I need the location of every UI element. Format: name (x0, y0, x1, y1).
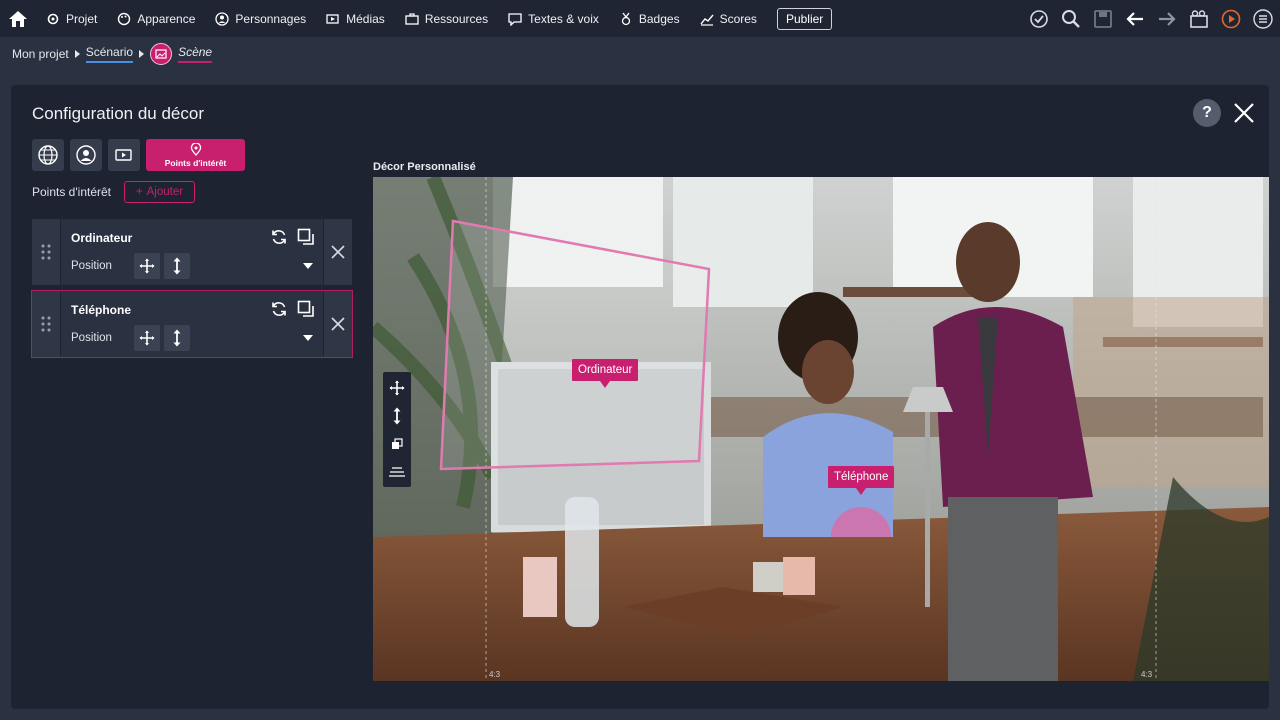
check-icon[interactable] (1028, 8, 1050, 30)
add-poi-label: Ajouter (146, 186, 184, 198)
tab-media[interactable] (108, 139, 140, 171)
menu-icon[interactable] (1252, 8, 1274, 30)
breadcrumb-scene[interactable]: Scène (178, 45, 213, 63)
scene-image-icon (150, 43, 173, 65)
poi-name: Téléphone (71, 303, 132, 317)
panel-title: Configuration du décor (32, 104, 205, 123)
redo-icon[interactable] (1156, 8, 1178, 30)
gear-icon (47, 13, 59, 24)
play-icon[interactable] (1220, 8, 1242, 30)
nav-apparence-label: Apparence (137, 11, 196, 26)
breadcrumb: Mon projet Scénario Scène (12, 43, 213, 65)
nav-personnages[interactable]: Personnages (205, 0, 316, 37)
search-icon[interactable] (1060, 8, 1082, 30)
chart-icon (700, 14, 714, 26)
top-navigation-bar: Projet Apparence Personnages Médias Ress… (0, 0, 1280, 37)
nav-textes-voix[interactable]: Textes & voix (498, 0, 609, 37)
drag-handle-icon[interactable] (32, 291, 60, 357)
person-icon (215, 11, 230, 26)
vertical-move-icon[interactable] (164, 253, 190, 279)
character-icon (76, 145, 96, 165)
nav-ressources-label: Ressources (424, 11, 489, 26)
globe-icon (38, 145, 58, 165)
tab-points-of-interest-label: Points d'intérêt (164, 157, 227, 168)
camera-icon[interactable] (1188, 8, 1210, 30)
tab-points-of-interest[interactable]: Points d'intérêt (146, 139, 245, 171)
poi-card-telephone[interactable]: Téléphone Position (31, 290, 353, 358)
close-icon[interactable] (1230, 99, 1258, 127)
viewport-toolbar (383, 372, 411, 487)
nav-medias-label: Médias (346, 11, 385, 26)
chevron-down-icon[interactable] (303, 335, 313, 341)
save-icon[interactable] (1092, 8, 1114, 30)
undo-icon[interactable] (1124, 8, 1146, 30)
delete-poi-icon[interactable] (324, 291, 352, 357)
poi-name: Ordinateur (71, 231, 133, 245)
palette-icon (118, 12, 131, 25)
breadcrumb-scenario[interactable]: Scénario (85, 45, 134, 63)
publish-button[interactable]: Publier (776, 7, 833, 30)
scene-viewport[interactable]: Ordinateur Téléphone 4:3 4:3 (373, 177, 1269, 681)
nav-projet[interactable]: Projet (36, 0, 107, 37)
nav-badges-label: Badges (638, 11, 680, 26)
position-label: Position (71, 260, 112, 272)
toolbar-actions (1028, 0, 1274, 37)
nav-apparence[interactable]: Apparence (107, 0, 205, 37)
delete-poi-icon[interactable] (324, 219, 352, 285)
plus-icon: + (135, 186, 143, 198)
move-icon[interactable] (388, 378, 406, 398)
nav-projet-label: Projet (66, 11, 98, 26)
nav-personnages-label: Personnages (235, 11, 307, 26)
home-icon[interactable] (0, 0, 36, 37)
badge-icon (621, 12, 631, 25)
add-poi-button[interactable]: + Ajouter (124, 181, 195, 203)
position-label: Position (71, 332, 112, 344)
nav-scores-label: Scores (719, 11, 757, 26)
help-button[interactable]: ? (1193, 99, 1221, 127)
config-tabs: Points d'intérêt (32, 139, 245, 171)
speech-icon (508, 12, 522, 26)
media-icon (115, 149, 132, 161)
poi-card-ordinateur[interactable]: Ordinateur Position (32, 219, 352, 285)
refresh-icon[interactable] (270, 228, 288, 246)
nav-scores[interactable]: Scores (690, 0, 767, 37)
breadcrumb-separator-icon (139, 50, 145, 58)
office-scene-image (373, 177, 1269, 681)
poi-tag-telephone[interactable]: Téléphone (828, 466, 895, 495)
viewport-title: Décor Personnalisé (373, 161, 476, 173)
aspect-ratio-left: 4:3 (489, 670, 501, 679)
decor-config-panel: Configuration du décor ? Points d'intérê… (11, 85, 1269, 709)
nav-textes-voix-label: Textes & voix (528, 11, 599, 26)
briefcase-icon (405, 12, 419, 25)
vertical-move-icon[interactable] (388, 406, 406, 426)
nav-badges[interactable]: Badges (609, 0, 690, 37)
move-icon[interactable] (134, 325, 160, 351)
tab-environment[interactable] (32, 139, 64, 171)
tab-characters[interactable] (70, 139, 102, 171)
poi-tag-ordinateur[interactable]: Ordinateur (572, 359, 639, 388)
breadcrumb-separator-icon (74, 50, 80, 58)
resize-icon[interactable] (388, 434, 406, 454)
duplicate-icon[interactable] (297, 228, 315, 246)
move-icon[interactable] (134, 253, 160, 279)
chevron-down-icon[interactable] (303, 263, 313, 269)
breadcrumb-project[interactable]: Mon projet (12, 47, 69, 61)
poi-section-label: Points d'intérêt (32, 185, 112, 199)
media-icon (326, 13, 339, 24)
drag-handle-icon[interactable] (32, 219, 60, 285)
map-pin-icon (190, 142, 201, 156)
vertical-move-icon[interactable] (164, 325, 190, 351)
nav-ressources[interactable]: Ressources (395, 0, 498, 37)
poi-card-body: Téléphone Position (61, 291, 323, 357)
aspect-ratio-right: 4:3 (1141, 670, 1153, 679)
floor-icon[interactable] (388, 462, 406, 482)
refresh-icon[interactable] (270, 300, 288, 318)
duplicate-icon[interactable] (297, 300, 315, 318)
poi-card-body: Ordinateur Position (61, 219, 323, 285)
nav-medias[interactable]: Médias (316, 0, 395, 37)
